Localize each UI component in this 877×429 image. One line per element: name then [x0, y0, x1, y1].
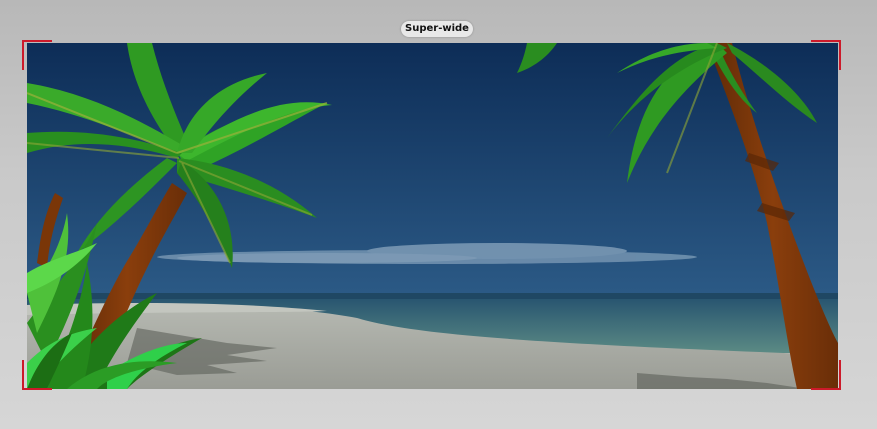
viewfinder-corner-top-right-icon [811, 40, 841, 70]
viewfinder-corner-bottom-left-icon [22, 360, 52, 390]
viewfinder-corner-bottom-right-icon [811, 360, 841, 390]
camera-viewport[interactable] [27, 43, 838, 389]
beach-scene [27, 43, 838, 389]
viewfinder-corner-top-left-icon [22, 40, 52, 70]
aspect-mode-label: Super-wide [401, 21, 473, 37]
